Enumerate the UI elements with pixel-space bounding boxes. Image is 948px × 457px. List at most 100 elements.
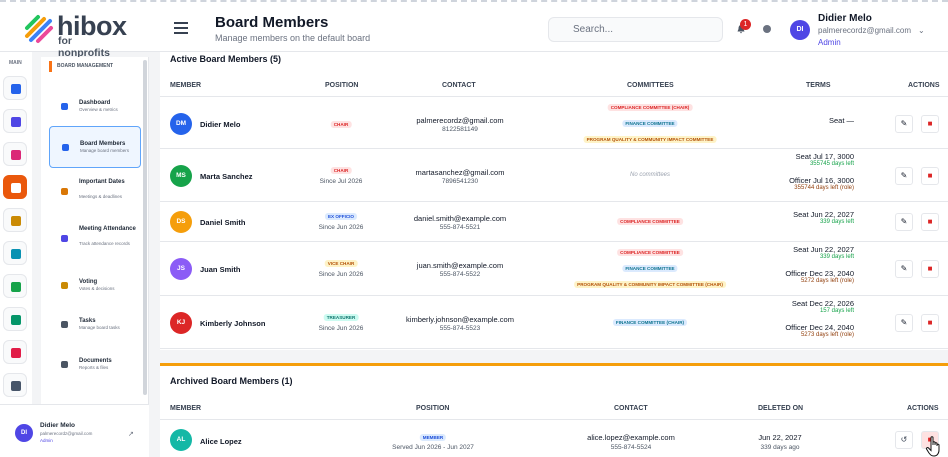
rail-label: MAIN [9,60,22,66]
delete-button[interactable]: ■ [921,114,939,133]
rail-button-org[interactable] [3,109,27,133]
menu-toggle-icon[interactable] [174,22,188,34]
position-since: Since Jun 2026 [318,271,364,278]
sidebar-item-board-members[interactable]: Board Members Manage board members [49,126,141,168]
rail-button-globe[interactable] [3,241,27,265]
top-bar: hibox for nonprofits Board Members Manag… [0,0,948,59]
graduation-icon [11,216,21,226]
sidebar-item-label: Tasks [79,318,96,324]
delete-button[interactable]: ■ [921,313,939,332]
edit-button[interactable]: ✎ [895,166,913,185]
page-title: Board Members [215,14,329,31]
avatar: DS [170,211,192,233]
member-name[interactable]: Juan Smith [200,265,240,274]
rail-button-people[interactable] [3,307,27,331]
important-dates-icon [61,188,68,195]
search-input[interactable]: Search... [548,17,723,42]
table-row: AL Alice Lopez MEMBER Served Jun 2026 - … [160,422,948,457]
theme-toggle-icon[interactable] [763,25,771,33]
voting-icon [61,282,68,289]
sidebar-item-desc: Manage board members [80,148,130,153]
brand-logo[interactable]: hibox for nonprofits [24,11,127,59]
avatar: JS [170,258,192,280]
col-member: MEMBER [170,405,202,412]
avatar: AL [170,429,192,451]
external-link-icon[interactable]: ↗ [128,430,134,438]
delete-button[interactable]: ■ [921,260,939,278]
edit-button[interactable]: ✎ [895,114,913,133]
sidebar-item-desc: Reports & files [79,365,109,370]
member-name[interactable]: Didier Melo [200,120,240,129]
sidebar-item-label: Board Members [80,141,126,147]
contact-email[interactable]: palmerecordz@gmail.com [416,116,503,125]
sidebar-item-important-dates[interactable]: Important Dates Meetings & deadlines [49,176,141,208]
committee-badge: PROGRAM QUALITY & COMMUNITY IMPACT COMMI… [574,281,726,288]
org-icon [11,117,21,127]
member-name[interactable]: Marta Sanchez [200,172,253,181]
rail-button-settings[interactable] [3,373,27,397]
term-days-left: 5273 days left (role) [800,331,854,338]
sidebar-item-dashboard[interactable]: Dashboard Overview & metrics [49,91,141,123]
delete-button[interactable]: ■ [921,166,939,185]
rail-button-board[interactable] [3,175,27,199]
term-label: Officer Dec 23, 2040 [785,269,854,278]
term-label: Seat Jul 17, 3000 [795,151,854,161]
sidebar-profile[interactable]: DI Didier Melo palmerecordz@gmail.com Ad… [0,404,149,457]
active-members-title: Active Board Members (5) [170,54,282,64]
sidebar-item-voting[interactable]: Voting Votes & decisions [49,270,141,302]
sidebar-item-documents[interactable]: Documents Reports & files [49,349,141,381]
avatar: KJ [170,311,192,334]
edit-button[interactable]: ✎ [895,213,913,231]
rail-button-branch[interactable] [3,274,27,298]
col-committees: COMMITTEES [627,82,674,89]
contact-email[interactable]: martasanchez@gmail.com [416,168,505,177]
contact-email[interactable]: juan.smith@example.com [417,261,503,270]
term-block: Officer Dec 23, 2040 5272 days left (role… [785,269,854,284]
term-block: Seat Dec 22, 2026 157 days left [792,299,854,314]
contact-email[interactable]: alice.lopez@example.com [587,433,675,442]
term-label: Seat — [828,115,854,125]
documents-icon [61,361,68,368]
sidebar-item-meeting-attendance[interactable]: Meeting Attendance Track attendance recor… [49,215,141,263]
contact-email[interactable]: kimberly.johnson@example.com [406,315,514,324]
col-actions: ACTIONS [907,405,939,412]
member-name[interactable]: Kimberly Johnson [200,319,265,328]
term-block: Seat — [829,116,854,125]
committee-badge: COMPLIANCE COMMITTEE [617,218,683,225]
member-name[interactable]: Alice Lopez [200,437,242,446]
settings-icon [11,381,21,391]
rail-button-graduation[interactable] [3,208,27,232]
position-badge: EX OFFICIO [324,213,358,220]
position-since: Since Jun 2026 [318,324,364,332]
member-name[interactable]: Daniel Smith [200,218,245,227]
home-icon [11,84,21,94]
logo-mark-icon [25,15,53,43]
rail-button-megaphone[interactable] [3,142,27,166]
delete-button[interactable]: ■ [921,213,939,231]
rail-button-home[interactable] [3,76,27,100]
sidebar-item-label: Voting [79,279,98,285]
term-block: Seat Jul 17, 3000 355745 days left [796,152,854,167]
term-days-left: 355745 days left [809,160,854,167]
chevron-down-icon[interactable]: ⌄ [918,26,925,35]
edit-button[interactable]: ✎ [895,260,913,278]
term-label: Seat Jun 22, 2027 [793,245,854,254]
rail-button-chart[interactable] [3,340,27,364]
sidebar-item-desc: Meetings & deadlines [79,194,123,199]
edit-button[interactable]: ✎ [895,313,913,332]
sidebar-item-desc: Manage board tasks [79,325,120,330]
deleted-date: Jun 22, 2027 [758,433,802,442]
sidebar-scrollbar[interactable] [143,60,147,395]
table-row: DS Daniel Smith EX OFFICIO Since Jun 2026 da… [160,202,948,242]
megaphone-icon [11,150,21,160]
sidebar-item-label: Important Dates [79,179,125,185]
contact-phone: 555-874-5523 [439,324,481,332]
avatar[interactable]: DI [790,20,810,40]
chart-icon [11,348,21,358]
contact-email[interactable]: daniel.smith@example.com [414,214,506,223]
position-since: Since Jul 2026 [319,177,363,185]
sidebar-item-tasks[interactable]: Tasks Manage board tasks [49,309,141,341]
table-row: JS Juan Smith VICE CHAIR Since Jun 2026 juan… [160,242,948,296]
restore-button[interactable]: ↺ [895,431,913,449]
contact-phone: 8122581149 [442,125,478,133]
